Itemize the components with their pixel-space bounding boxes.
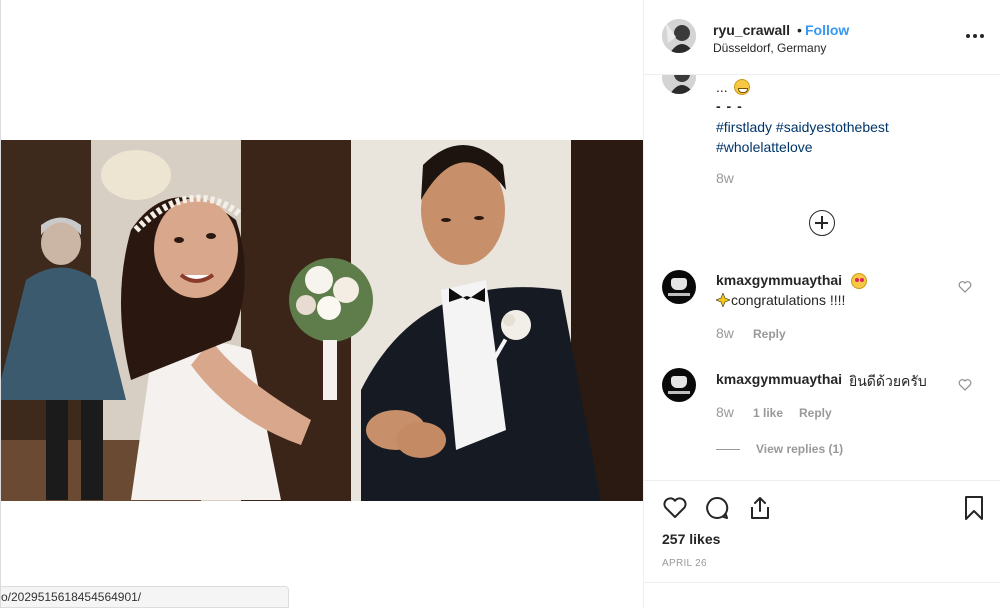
author-username-link[interactable]: ryu_crawall [713,22,790,38]
replies-divider-line [716,449,740,451]
comment-timestamp[interactable]: 8w [716,404,734,420]
avatar-image [662,19,696,53]
caption-hashtags: #firstlady #saidyestothebest #wholelatte… [716,117,976,157]
hashtag-link[interactable]: #firstlady [716,119,772,135]
caption-ellipsis: ... [716,79,728,95]
comment-likes-count[interactable]: 1 like [753,406,783,420]
heart-eyes-emoji-icon [851,273,867,289]
view-replies-button[interactable]: View replies (1) [716,442,843,456]
bookmark-icon[interactable] [961,495,987,521]
status-url-bar: o/2029515618454564901/ [1,586,289,608]
view-replies-label: View replies (1) [756,442,844,456]
comment-text: congratulations !!!! [716,292,845,308]
separator-dot: • [797,22,802,38]
comment-text-body: congratulations !!!! [731,292,846,308]
reply-button[interactable]: Reply [799,406,832,420]
comment-timestamp[interactable]: 8w [716,325,734,341]
comment-icon[interactable] [704,495,730,521]
caption-text: ... [716,78,750,97]
caption-timestamp[interactable]: 8w [716,170,734,186]
hashtag-link[interactable]: #saidyestothebest [776,119,889,135]
media-area: o/2029515618454564901/ [0,0,644,608]
reply-button[interactable]: Reply [753,327,786,341]
like-comment-heart-icon[interactable] [958,280,972,294]
share-icon[interactable] [747,495,773,521]
post-details-panel: ryu_crawall • Follow Düsseldorf, Germany… [643,0,1000,608]
gym-logo-icon [671,278,687,290]
load-more-comments-icon[interactable] [809,210,835,236]
hashtag-link[interactable]: #wholelattelove [716,139,813,155]
post-photo[interactable] [1,140,644,501]
commenter-username-link[interactable]: kmaxgymmuaythai [716,371,842,387]
post-date[interactable]: APRIL 26 [662,558,707,569]
caption-divider: - - - [716,98,743,114]
post-header: ryu_crawall • Follow Düsseldorf, Germany [644,0,1000,75]
heart-icon[interactable] [662,495,688,521]
likes-count[interactable]: 257 likes [662,531,720,547]
wedding-photo-image [1,140,644,501]
comment-text-body: ยินดีด้วยครับ [849,373,927,389]
grinning-emoji-icon [733,79,750,95]
like-comment-heart-icon[interactable] [958,378,972,392]
location-link[interactable]: Düsseldorf, Germany [713,41,826,55]
commenter-username-link[interactable]: kmaxgymmuaythai [716,272,842,288]
gym-logo-icon [671,376,687,388]
more-options-icon[interactable] [966,34,986,40]
commenter-avatar[interactable] [662,270,696,304]
author-avatar[interactable] [662,19,696,53]
add-comment-section [644,582,1000,608]
commenter-avatar[interactable] [662,368,696,402]
sparkles-emoji-icon [716,293,730,307]
post-actions-section: 257 likes APRIL 26 [644,480,1000,608]
follow-button[interactable]: Follow [805,22,849,38]
